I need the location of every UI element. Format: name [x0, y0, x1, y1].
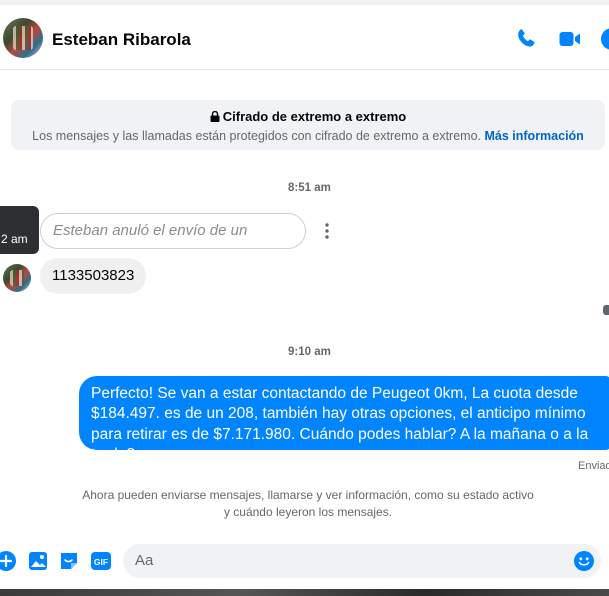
contact-avatar[interactable] [3, 18, 43, 58]
outgoing-message[interactable]: Perfecto! Se van a estar contactando de … [79, 376, 609, 463]
conversation-header: Esteban Ribarola [0, 5, 609, 70]
sticker-icon[interactable] [58, 550, 80, 572]
image-icon[interactable] [27, 550, 49, 572]
lock-icon [210, 110, 220, 122]
phone-icon[interactable] [514, 27, 538, 51]
contact-name[interactable]: Esteban Ribarola [52, 30, 191, 50]
gif-icon[interactable]: GIF [90, 550, 112, 572]
message-input[interactable] [123, 544, 601, 578]
more-info-link[interactable]: Más información [485, 129, 584, 143]
encryption-notice: Cifrado de extremo a extremo Los mensaje… [11, 100, 605, 150]
sender-avatar[interactable] [3, 264, 31, 292]
message-composer: GIF [0, 540, 609, 582]
video-camera-icon[interactable] [558, 27, 582, 51]
time-tooltip: 2 am [0, 206, 39, 254]
taskbar-strip [0, 589, 609, 596]
sent-status: Enviad [578, 460, 609, 472]
conversation-info-text: Ahora pueden enviarse mensajes, llamarse… [82, 488, 534, 519]
tooltip-time: 2 am [1, 232, 28, 246]
info-icon[interactable] [600, 27, 609, 51]
more-options-icon[interactable] [320, 222, 334, 240]
plus-icon[interactable] [0, 550, 17, 572]
encryption-description: Los mensajes y las llamadas están proteg… [32, 129, 482, 143]
emoji-icon[interactable] [573, 550, 595, 572]
gif-label: GIF [94, 557, 108, 567]
unsent-message[interactable]: Esteban anuló el envío de un mensaje [40, 213, 306, 273]
timestamp: 8:51 am [288, 182, 331, 194]
timestamp: 9:10 am [288, 346, 331, 358]
incoming-message[interactable]: 1133503823 [40, 258, 147, 294]
seen-indicator [603, 305, 609, 315]
encryption-title: Cifrado de extremo a extremo [222, 109, 407, 124]
